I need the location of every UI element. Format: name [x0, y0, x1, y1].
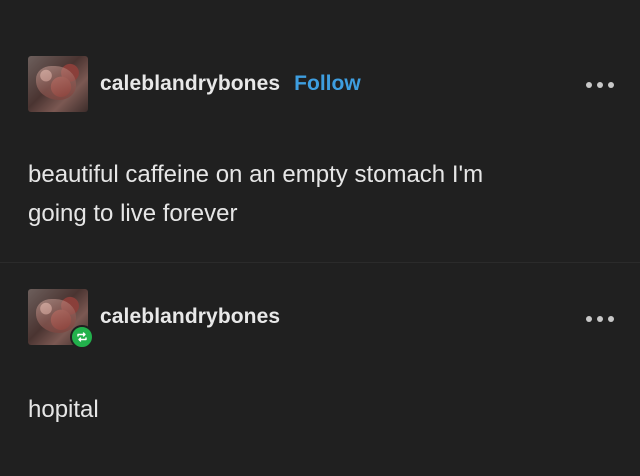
post-body: beautiful caffeine on an empty stomach I… — [28, 155, 608, 233]
dot — [586, 316, 592, 322]
avatar[interactable] — [28, 289, 94, 349]
dot — [608, 82, 614, 88]
post-text-line: hopital — [28, 396, 99, 423]
reblog-icon — [70, 325, 94, 349]
post-text-line: beautiful caffeine on an empty stomach I… — [28, 161, 484, 188]
dot — [597, 82, 603, 88]
dot — [608, 316, 614, 322]
username-link[interactable]: caleblandrybones — [100, 72, 280, 96]
follow-button[interactable]: Follow — [294, 72, 361, 96]
post-reblog: caleblandrybones hopital — [0, 262, 640, 476]
post-header: caleblandrybones Follow — [28, 56, 361, 112]
post-text-line: going to live forever — [28, 200, 238, 227]
avatar-image — [36, 299, 76, 333]
post-header: caleblandrybones — [28, 289, 280, 349]
more-options-icon[interactable] — [586, 80, 614, 90]
dot — [586, 82, 592, 88]
avatar-image — [36, 66, 76, 100]
avatar[interactable] — [28, 56, 88, 112]
post-body: hopital — [28, 390, 608, 429]
more-options-icon[interactable] — [586, 314, 614, 324]
dot — [597, 316, 603, 322]
username-link[interactable]: caleblandrybones — [100, 305, 280, 329]
post-original: caleblandrybones Follow beautiful caffei… — [0, 0, 640, 262]
